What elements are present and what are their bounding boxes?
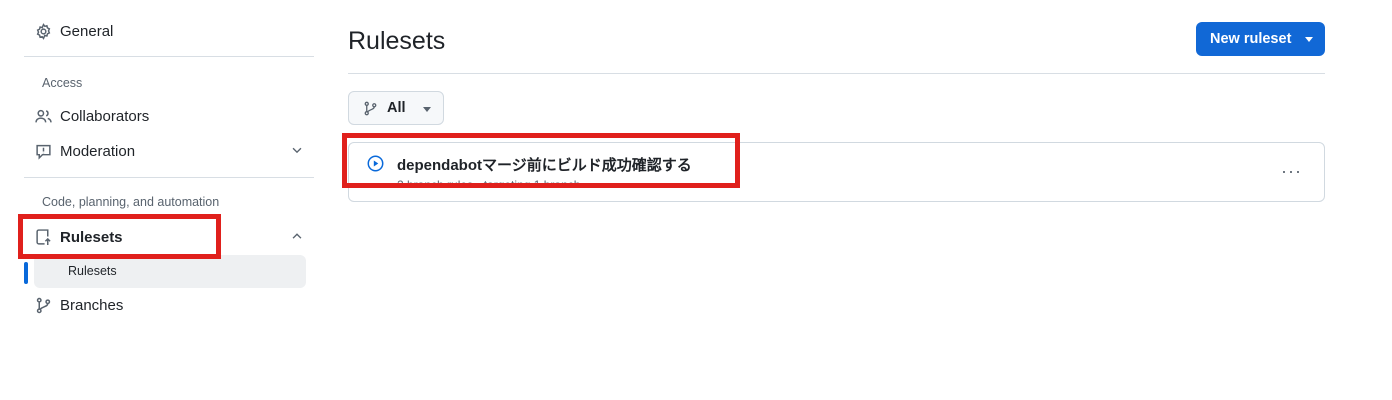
sidebar-item-collaborators[interactable]: Collaborators <box>34 100 149 132</box>
sidebar-item-label: Branches <box>60 296 124 314</box>
target-filter-button[interactable]: All <box>348 91 444 125</box>
sidebar-subitem-label: Rulesets <box>68 264 117 278</box>
selected-indicator <box>24 262 28 284</box>
chevron-up-icon[interactable] <box>290 229 306 245</box>
page-title: Rulesets <box>348 27 446 55</box>
header-divider <box>348 73 1325 74</box>
new-ruleset-label: New ruleset <box>1210 31 1292 47</box>
filter-label: All <box>387 100 406 116</box>
sidebar-item-moderation[interactable]: Moderation <box>34 135 314 167</box>
highlight-box-ruleset-name <box>342 133 740 188</box>
sidebar-item-branches[interactable]: Branches <box>34 289 123 321</box>
sidebar-subitem-rulesets[interactable]: Rulesets <box>34 255 306 288</box>
sidebar-item-general[interactable]: General <box>34 15 113 47</box>
report-icon <box>34 142 52 160</box>
kebab-menu-icon[interactable]: ··· <box>1281 161 1302 182</box>
new-ruleset-button[interactable]: New ruleset <box>1196 22 1325 56</box>
highlight-box-rulesets-nav <box>18 214 221 259</box>
git-branch-icon <box>34 296 52 314</box>
section-heading-access: Access <box>42 76 83 90</box>
section-heading-code-planning-automation: Code, planning, and automation <box>42 195 220 209</box>
caret-down-icon <box>423 107 431 112</box>
sidebar-item-label: General <box>60 22 114 40</box>
git-branch-icon <box>364 101 377 115</box>
sidebar-item-label: Moderation <box>60 142 136 160</box>
caret-down-icon <box>1305 37 1313 42</box>
people-icon <box>34 107 52 125</box>
sidebar-divider <box>24 177 314 178</box>
sidebar-item-label: Collaborators <box>60 107 150 125</box>
gear-icon <box>34 22 52 40</box>
chevron-down-icon[interactable] <box>290 143 306 159</box>
main-content: Rulesets New ruleset All dependabotマージ前に… <box>342 0 1325 400</box>
sidebar-divider <box>24 56 314 57</box>
settings-sidebar: General Access Collaborators Moderation … <box>18 0 314 400</box>
